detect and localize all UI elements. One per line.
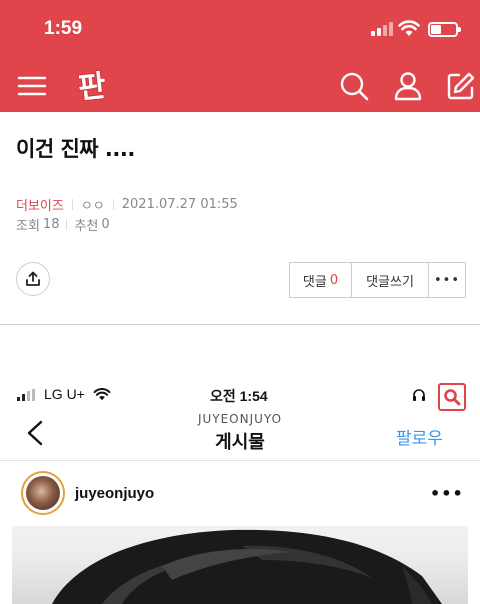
post-stats: 조회 18 추천 0: [16, 215, 110, 234]
status-time: 1:59: [44, 18, 83, 39]
embedded-screenshot: LG U+ 오전 1:54 JUYEONJUYO 게시물 팔로우 juyeonj…: [0, 376, 480, 604]
comment-button-group: 댓글 0 댓글쓰기 •••: [289, 262, 466, 298]
battery-icon: [428, 22, 461, 37]
embedded-username: juyeonjuyo: [75, 485, 155, 502]
embedded-signal-icon: [17, 389, 37, 401]
embedded-post-photo: [12, 526, 468, 604]
embedded-status-bar: LG U+ 오전 1:54: [0, 376, 480, 411]
post-datetime: 2021.07.27 01:55: [121, 197, 238, 212]
recommend-label: 추천: [74, 219, 99, 234]
embedded-more-icon: •••: [430, 484, 464, 503]
share-button[interactable]: [16, 262, 50, 296]
post-author[interactable]: 더보이즈: [16, 195, 64, 214]
views-label: 조회: [16, 219, 40, 234]
menu-icon[interactable]: [16, 70, 48, 102]
recommend-count: 0: [101, 217, 110, 232]
search-icon[interactable]: [338, 70, 370, 102]
top-navbar: 판: [0, 62, 480, 112]
more-options-button[interactable]: •••: [429, 263, 465, 297]
headphones-icon: [413, 389, 425, 401]
views-count: 18: [42, 217, 60, 232]
comment-count: 0: [329, 272, 339, 288]
post-title: 이건 진짜 ....: [16, 137, 135, 161]
comment-label: 댓글: [302, 274, 327, 290]
cell-signal-icon: [371, 22, 393, 36]
embedded-avatar: [21, 471, 65, 515]
embedded-time: 오전 1:54: [210, 388, 268, 404]
magnifier-icon: [444, 389, 461, 406]
write-icon[interactable]: [445, 70, 477, 102]
share-icon: [26, 271, 40, 286]
status-bar: 1:59: [0, 0, 480, 62]
image-search-button[interactable]: [438, 383, 466, 411]
wifi-icon: [398, 20, 420, 36]
write-comment-button[interactable]: 댓글쓰기: [352, 263, 429, 297]
embedded-wifi-icon: [93, 388, 111, 401]
post-category: ㅇㅇ: [80, 199, 105, 214]
pann-logo[interactable]: 판: [72, 66, 112, 107]
embedded-follow-label: 팔로우: [396, 429, 443, 449]
embedded-carrier: LG U+: [44, 386, 85, 402]
post-meta: 더보이즈 ㅇㅇ 2021.07.27 01:55: [16, 195, 238, 214]
user-icon[interactable]: [392, 70, 424, 102]
divider: [0, 324, 480, 325]
svg-text:판: 판: [77, 69, 109, 106]
comment-button[interactable]: 댓글 0: [290, 263, 352, 297]
